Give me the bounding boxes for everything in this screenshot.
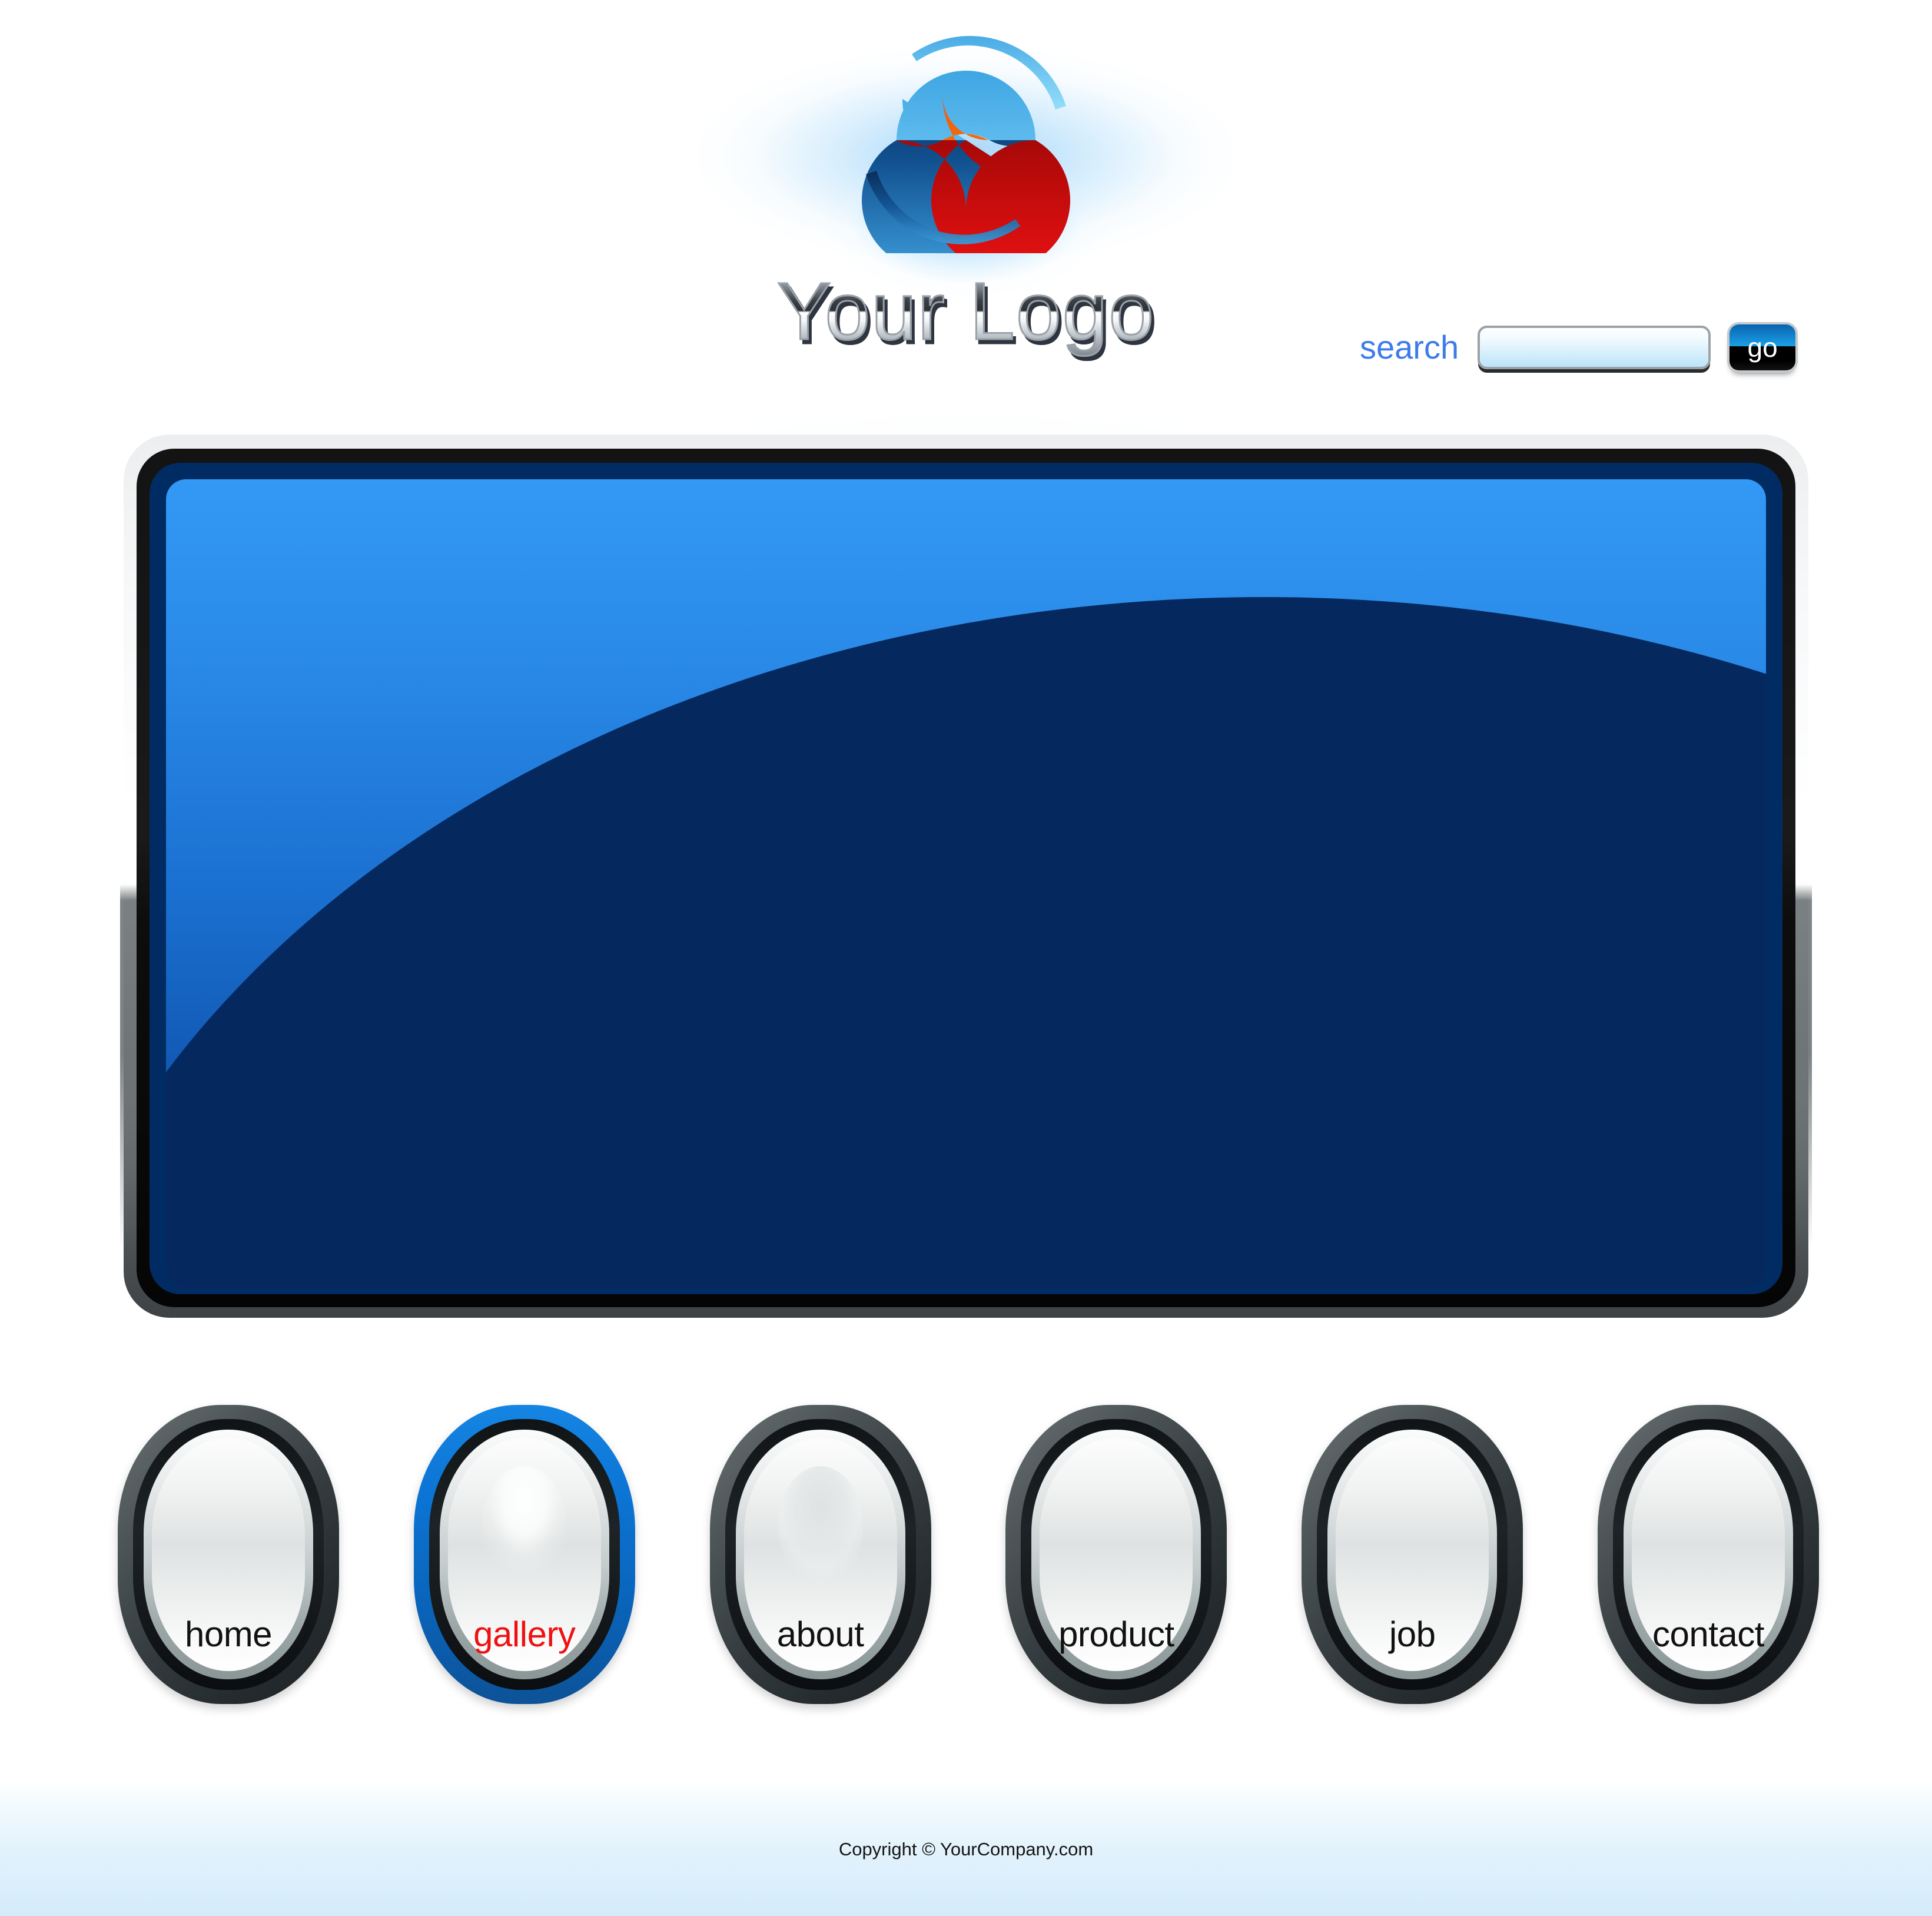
nav-button-outer-ring xyxy=(118,1405,339,1704)
page-root: Your Logo search go home gallery about prod… xyxy=(0,0,1932,1916)
search-bar: search go xyxy=(1360,318,1796,377)
copyright-text: Copyright © YourCompany.com xyxy=(838,1839,1094,1859)
nav-button-highlight xyxy=(482,1466,567,1587)
brand-logo[interactable] xyxy=(801,18,1131,324)
nav-button-home[interactable]: home xyxy=(118,1405,339,1704)
panel-chrome-bezel xyxy=(124,435,1808,1318)
search-go-button[interactable]: go xyxy=(1729,324,1796,370)
nav-button-job[interactable]: job xyxy=(1302,1405,1523,1704)
nav-button-outer-ring xyxy=(709,1405,931,1704)
main-display-panel[interactable] xyxy=(120,435,1812,1318)
nav-button-label: product xyxy=(1058,1615,1174,1654)
panel-swoosh-shape xyxy=(166,597,1766,1287)
nav-button-label: gallery xyxy=(473,1615,576,1654)
nav-button-product[interactable]: product xyxy=(1005,1405,1227,1704)
nav-button-label: contact xyxy=(1652,1615,1764,1654)
nav-button-about[interactable]: about xyxy=(709,1405,931,1704)
wordmark: Your Logo xyxy=(776,270,1155,353)
nav-button-gallery[interactable]: gallery xyxy=(288,1184,760,1916)
panel-navy-frame xyxy=(150,463,1782,1294)
wordmark-text: Your Logo xyxy=(776,266,1156,357)
nav-button-label: job xyxy=(1389,1615,1436,1654)
dual-spiral-logo-icon xyxy=(862,36,1070,253)
nav-button-label: about xyxy=(776,1615,864,1654)
nav-button-highlight xyxy=(777,1466,864,1587)
nav-button-label: home xyxy=(184,1615,273,1654)
nav-button-outer-ring xyxy=(1005,1405,1227,1704)
nav-button-outer-ring xyxy=(1597,1405,1819,1704)
panel-screen xyxy=(166,479,1766,1287)
panel-black-ring xyxy=(137,449,1795,1307)
nav-button-outer-ring xyxy=(413,1405,635,1704)
nav-button-outer-ring xyxy=(1302,1405,1523,1704)
main-navigation: home gallery about product job contact xyxy=(118,1184,1819,1916)
nav-button-contact[interactable]: contact xyxy=(1597,1405,1819,1704)
search-input[interactable] xyxy=(1478,326,1711,369)
search-label: search xyxy=(1360,329,1459,366)
